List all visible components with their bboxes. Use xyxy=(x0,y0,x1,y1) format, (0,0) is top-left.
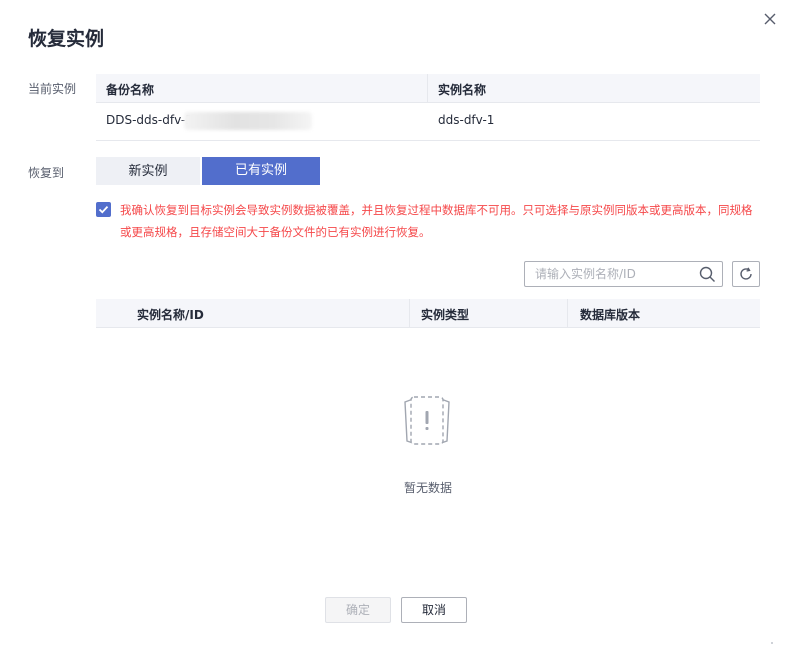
col-backup-name: 备份名称 xyxy=(106,83,155,97)
cancel-button[interactable]: 取消 xyxy=(401,597,467,623)
restore-target-toggle: 新实例 已有实例 xyxy=(96,157,320,185)
backup-table-header: 备份名称 实例名称 xyxy=(96,74,760,103)
dialog-title: 恢复实例 xyxy=(28,28,105,50)
column-divider xyxy=(427,74,428,102)
check-icon xyxy=(98,205,109,214)
backup-table: 备份名称 实例名称 DDS-dds-dfv-1- dds-dfv-1 xyxy=(96,74,760,141)
new-instance-option[interactable]: 新实例 xyxy=(96,157,200,185)
col-instance-type: 实例类型 xyxy=(421,308,470,322)
empty-state-text: 暂无数据 xyxy=(403,481,452,495)
column-divider xyxy=(567,299,568,327)
search-icon[interactable] xyxy=(699,266,716,283)
table-row: DDS-dds-dfv-1- dds-dfv-1 xyxy=(96,103,760,141)
search-box xyxy=(524,261,723,287)
confirm-warning-text: 我确认恢复到目标实例会导致实例数据被覆盖，并且恢复过程中数据库不可用。只可选择与… xyxy=(120,203,753,239)
instance-table-header: 实例名称/ID 实例类型 数据库版本 xyxy=(96,299,760,328)
refresh-icon xyxy=(740,267,752,280)
existing-instance-option[interactable]: 已有实例 xyxy=(202,157,320,185)
confirm-checkbox[interactable] xyxy=(96,202,111,217)
confirm-button[interactable]: 确定 xyxy=(325,597,391,623)
col-instance-id: 实例名称/ID xyxy=(137,308,204,322)
refresh-button[interactable] xyxy=(732,261,760,287)
restore-to-label: 恢复到 xyxy=(28,166,65,180)
empty-data-icon xyxy=(399,396,455,446)
col-instance-name: 实例名称 xyxy=(438,83,487,97)
current-instance-label: 当前实例 xyxy=(28,82,77,96)
close-icon[interactable] xyxy=(762,11,778,27)
col-db-version: 数据库版本 xyxy=(580,308,641,322)
search-input[interactable] xyxy=(525,262,703,286)
resize-grip xyxy=(770,630,774,644)
instance-name-cell: dds-dfv-1 xyxy=(438,113,495,127)
column-divider xyxy=(409,299,410,327)
redacted-blur xyxy=(184,112,312,130)
